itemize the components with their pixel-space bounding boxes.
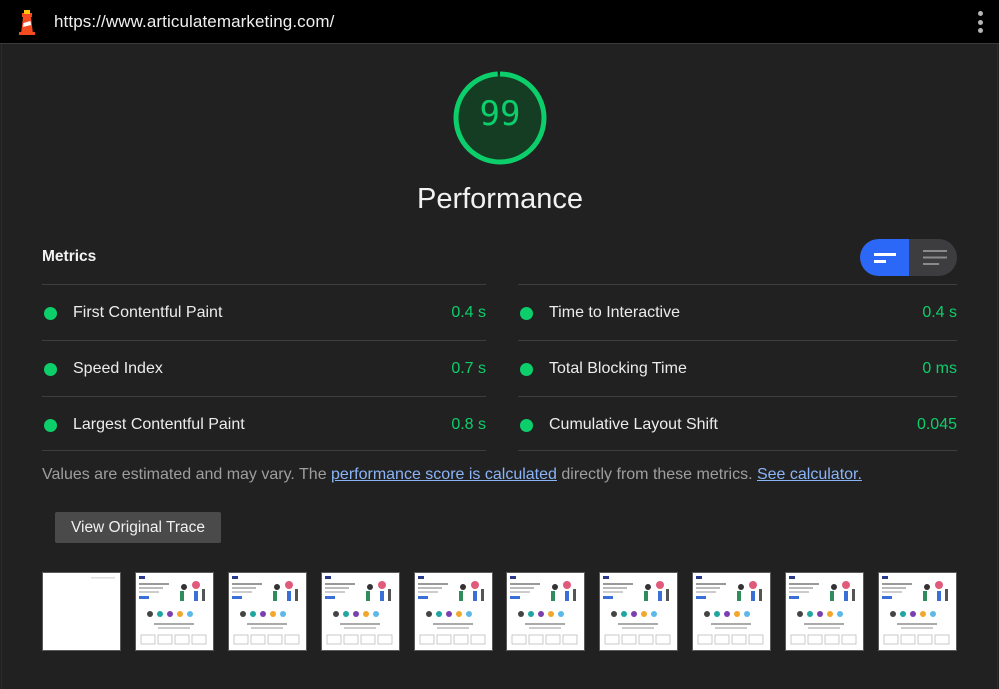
metric-value: 0.8 s xyxy=(451,416,486,433)
metric-name: Cumulative Layout Shift xyxy=(549,416,718,433)
filmstrip-frame xyxy=(228,572,307,651)
compact-view-icon xyxy=(874,253,896,263)
expanded-view-icon xyxy=(923,250,947,265)
pass-indicator-icon xyxy=(44,363,57,376)
filmstrip xyxy=(42,572,957,651)
note-middle: directly from these metrics. xyxy=(556,466,757,483)
metrics-column-left: First Contentful Paint 0.4 s Speed Index… xyxy=(42,284,486,451)
score-calculation-link[interactable]: performance score is calculated xyxy=(331,466,557,483)
filmstrip-frame xyxy=(414,572,493,651)
report-topbar: https://www.articulatemarketing.com/ xyxy=(0,0,999,44)
metric-name: Largest Contentful Paint xyxy=(73,416,245,433)
category-title: Performance xyxy=(416,183,583,215)
metric-time-to-interactive: Time to Interactive 0.4 s xyxy=(518,284,957,340)
filmstrip-frame xyxy=(785,572,864,651)
metric-name: First Contentful Paint xyxy=(73,304,223,321)
metric-cumulative-layout-shift: Cumulative Layout Shift 0.045 xyxy=(518,396,957,451)
metrics-disclaimer: Values are estimated and may vary. The p… xyxy=(42,466,862,484)
metric-name: Total Blocking Time xyxy=(549,360,687,377)
filmstrip-frame xyxy=(42,572,121,651)
filmstrip-frame xyxy=(878,572,957,651)
metric-value: 0.4 s xyxy=(451,304,486,321)
pass-indicator-icon xyxy=(44,307,57,320)
performance-score: 99 xyxy=(479,94,521,134)
view-original-trace-button[interactable]: View Original Trace xyxy=(55,512,221,543)
lighthouse-icon xyxy=(19,10,35,35)
pass-indicator-icon xyxy=(520,419,533,432)
metric-name: Speed Index xyxy=(73,360,163,377)
filmstrip-frame xyxy=(135,572,214,651)
pass-indicator-icon xyxy=(520,363,533,376)
expanded-view-button[interactable] xyxy=(909,239,957,276)
metric-value: 0.4 s xyxy=(922,304,957,321)
metrics-column-right: Time to Interactive 0.4 s Total Blocking… xyxy=(518,284,957,451)
metric-largest-contentful-paint: Largest Contentful Paint 0.8 s xyxy=(42,396,486,451)
filmstrip-frame xyxy=(599,572,678,651)
kebab-menu-icon[interactable] xyxy=(972,9,988,35)
metric-name: Time to Interactive xyxy=(549,304,681,321)
metrics-heading: Metrics xyxy=(42,248,97,265)
filmstrip-frame xyxy=(506,572,585,651)
metric-value: 0.045 xyxy=(916,416,957,433)
metric-speed-index: Speed Index 0.7 s xyxy=(42,340,486,396)
pass-indicator-icon xyxy=(520,307,533,320)
metric-total-blocking-time: Total Blocking Time 0 ms xyxy=(518,340,957,396)
note-prefix: Values are estimated and may vary. The xyxy=(42,466,332,483)
metrics-view-toggle[interactable] xyxy=(860,239,957,276)
filmstrip-frame xyxy=(321,572,400,651)
metric-value: 0.7 s xyxy=(451,360,486,377)
metric-first-contentful-paint: First Contentful Paint 0.4 s xyxy=(42,284,486,340)
metric-value: 0 ms xyxy=(922,360,957,377)
filmstrip-frame xyxy=(692,572,771,651)
compact-view-button[interactable] xyxy=(860,239,909,276)
pass-indicator-icon xyxy=(44,419,57,432)
calculator-link[interactable]: See calculator. xyxy=(757,466,862,483)
report-url: https://www.articulatemarketing.com/ xyxy=(54,12,335,31)
